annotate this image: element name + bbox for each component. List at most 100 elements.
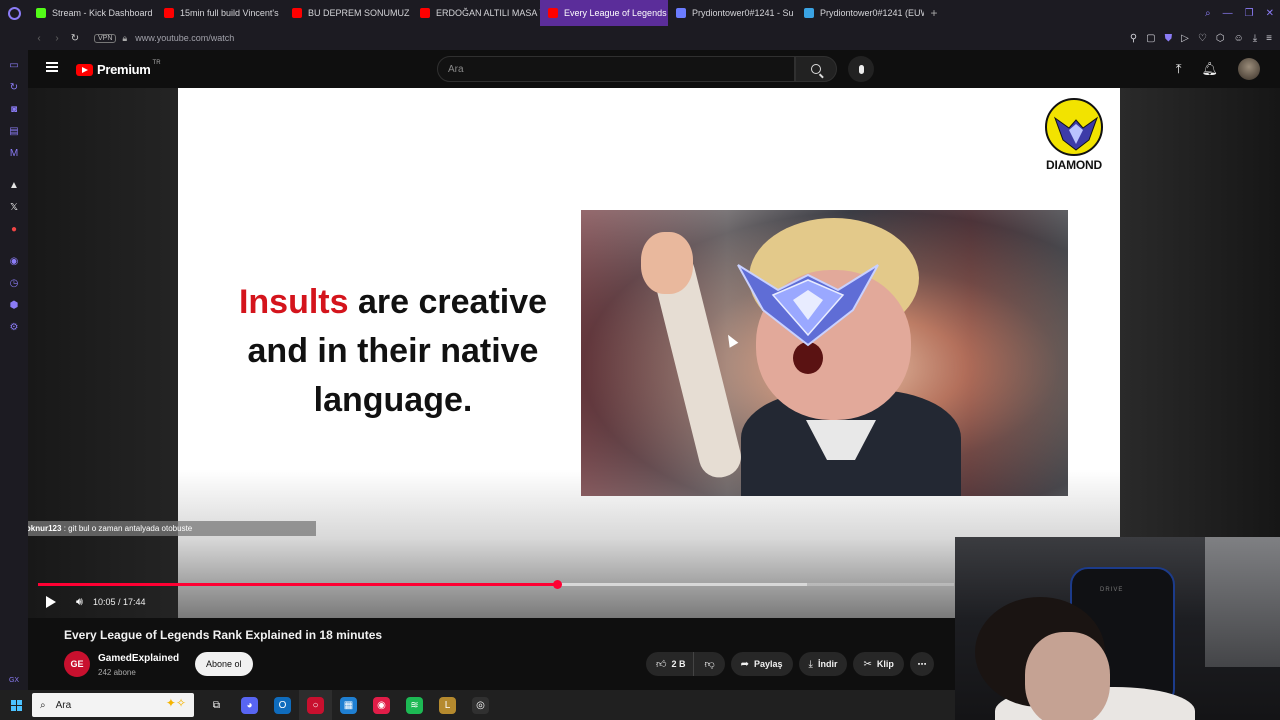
search-input[interactable]: Ara [437, 56, 795, 82]
dislike-button[interactable]: 👎︎ [693, 652, 725, 676]
diamond-label: DIAMOND [1046, 158, 1102, 172]
video-backdrop-left [28, 88, 178, 618]
slide-word-insults: Insults [238, 283, 349, 321]
pin-icon[interactable]: ⚲ [1130, 33, 1137, 44]
play-icon[interactable]: ▷ [1181, 33, 1189, 44]
search-tabs-icon[interactable]: ⌕ [1205, 8, 1211, 19]
close-icon[interactable]: ✕ [1266, 8, 1274, 19]
address-bar-tools: ⚲ ▢ ⛊ ▷ ♡ ⬡ ☺ ⤓ ≡ [1130, 26, 1272, 50]
tab-label: BU DEPREM SONUMUZ O [308, 8, 412, 18]
download-icon[interactable]: ⤓ [1253, 33, 1257, 44]
taskbar-search-placeholder: Ara [55, 699, 72, 711]
menu-icon[interactable]: ≡ [1266, 33, 1272, 44]
scissors-icon: ✂ [863, 658, 872, 670]
taskbar-outlook-button[interactable]: O [266, 690, 299, 720]
taskbar-task-view-button[interactable]: ⧉ [200, 690, 233, 720]
heart-icon[interactable]: ♡ [1198, 33, 1207, 44]
minimize-icon[interactable]: — [1223, 8, 1233, 19]
bell-icon[interactable]: 🔔︎ [1201, 61, 1218, 77]
channel-avatar[interactable]: GE [64, 651, 90, 677]
tab-favicon-icon [36, 8, 46, 18]
play-icon[interactable] [46, 596, 56, 608]
tab-6[interactable]: Prydiontower0#1241 - Su [668, 0, 796, 26]
taskbar-discord-button[interactable]: ◕ [233, 690, 266, 720]
tab-5[interactable]: Every League of Legends [540, 0, 668, 26]
tab-3[interactable]: BU DEPREM SONUMUZ O [284, 0, 412, 26]
hamburger-menu-icon[interactable] [46, 62, 58, 72]
youtube-logo[interactable]: Premium TR [76, 60, 161, 77]
tab-label: Every League of Legends [564, 8, 667, 18]
url-field[interactable]: www.youtube.com/watch [135, 33, 234, 43]
record-icon[interactable]: ● [0, 218, 28, 240]
tab-4[interactable]: ERDOĞAN ALTILI MASA Y [412, 0, 540, 26]
start-button[interactable] [0, 690, 32, 720]
camera-icon[interactable]: ◙ [0, 98, 28, 120]
taskbar-obs-button[interactable]: ◎ [464, 690, 497, 720]
download-button[interactable]: ⤓ İndir [798, 652, 848, 676]
voice-search-button[interactable] [848, 56, 874, 82]
profile-icon[interactable]: ☺ [1234, 33, 1244, 44]
settings-icon[interactable]: ⚙ [0, 316, 28, 338]
forward-icon[interactable]: › [48, 33, 66, 44]
channel-name[interactable]: GamedExplained [98, 653, 179, 664]
video-meta: Every League of Legends Rank Explained i… [28, 618, 955, 690]
webcam-overlay: DRIVE [955, 537, 1280, 720]
taskbar-spotify-button[interactable]: ≋ [398, 690, 431, 720]
progress-bar[interactable] [38, 580, 954, 589]
maps-icon: ◉ [373, 696, 390, 714]
extensions-icon[interactable]: ⬡ [1216, 33, 1225, 44]
cube-icon[interactable]: ⬢ [0, 294, 28, 316]
lock-icon[interactable]: 🔒︎ [122, 33, 127, 44]
shield-icon[interactable]: ⛊ [1165, 33, 1173, 44]
tab-label: 15min full build Vincent's [180, 8, 279, 18]
taskbar-search[interactable]: ⌕ Ara ✦✧ [32, 693, 194, 717]
taskbar-league-client-button[interactable]: L [431, 690, 464, 720]
thumbs-up-icon: 👍︎ [656, 659, 667, 670]
vpn-badge[interactable]: VPN [94, 33, 117, 43]
gx-icon[interactable]: GX [9, 677, 19, 684]
new-tab-button[interactable]: + [924, 6, 944, 20]
upload-icon[interactable]: ⤒ [1176, 61, 1182, 77]
tab-label: Prydiontower0#1241 (EUW [820, 8, 924, 18]
reload-icon[interactable]: ↻ [66, 33, 84, 44]
m-icon[interactable]: M [0, 142, 28, 164]
like-count: 2 B [671, 659, 686, 669]
more-actions-button[interactable]: ⋯ [909, 652, 934, 676]
x-icon[interactable]: 𝕏 [0, 196, 28, 218]
taskbar-store-button[interactable]: ▦ [332, 690, 365, 720]
snapshot-icon[interactable]: ▢ [1146, 33, 1155, 44]
history-icon[interactable]: ↻ [0, 76, 28, 98]
avatar[interactable] [1238, 58, 1260, 80]
tab-2[interactable]: 15min full build Vincent's [156, 0, 284, 26]
wallet-icon[interactable]: ▤ [0, 120, 28, 142]
back-icon[interactable]: ‹ [30, 33, 48, 44]
clip-button[interactable]: ✂ Klip [853, 652, 904, 676]
slide-line-1: are creative [357, 283, 548, 321]
subscriber-count: 242 abone [98, 668, 136, 677]
clock-icon[interactable]: ◷ [0, 272, 28, 294]
opera-logo[interactable] [0, 0, 28, 26]
tab-favicon-icon [420, 8, 430, 18]
restore-icon[interactable]: ❐ [1245, 8, 1254, 19]
youtube-play-icon [76, 63, 93, 76]
diamond-emblem-icon [737, 264, 879, 347]
aria-icon[interactable]: ▲ [0, 174, 28, 196]
diamond-rank-badge: DIAMOND [1044, 98, 1104, 172]
share-icon: ➦ [740, 658, 750, 670]
spotify-icon: ≋ [406, 696, 423, 714]
window-controls: ⌕ — ❐ ✕ [1205, 0, 1274, 26]
share-button[interactable]: ➦ Paylaş [730, 652, 793, 676]
league-client-icon: L [439, 696, 456, 714]
messenger-icon[interactable]: ▭ [0, 54, 28, 76]
subscribe-button[interactable]: Abone ol [195, 652, 253, 676]
like-button[interactable]: 👍︎ 2 B [646, 652, 694, 676]
taskbar-maps-button[interactable]: ◉ [365, 690, 398, 720]
search-button[interactable] [795, 56, 837, 82]
volume-icon[interactable]: 🔊︎ [76, 596, 83, 609]
taskbar-opera-button[interactable]: ○ [299, 690, 332, 720]
video-actions: 👍︎ 2 B 👎︎ ➦ Paylaş ⤓ İndir ✂ Klip ⋯ [646, 652, 934, 676]
tab-favicon-icon [676, 8, 686, 18]
player-icon[interactable]: ◉ [0, 250, 28, 272]
tab-1[interactable]: Stream - Kick Dashboard [28, 0, 156, 26]
tab-7[interactable]: Prydiontower0#1241 (EUW [796, 0, 924, 26]
